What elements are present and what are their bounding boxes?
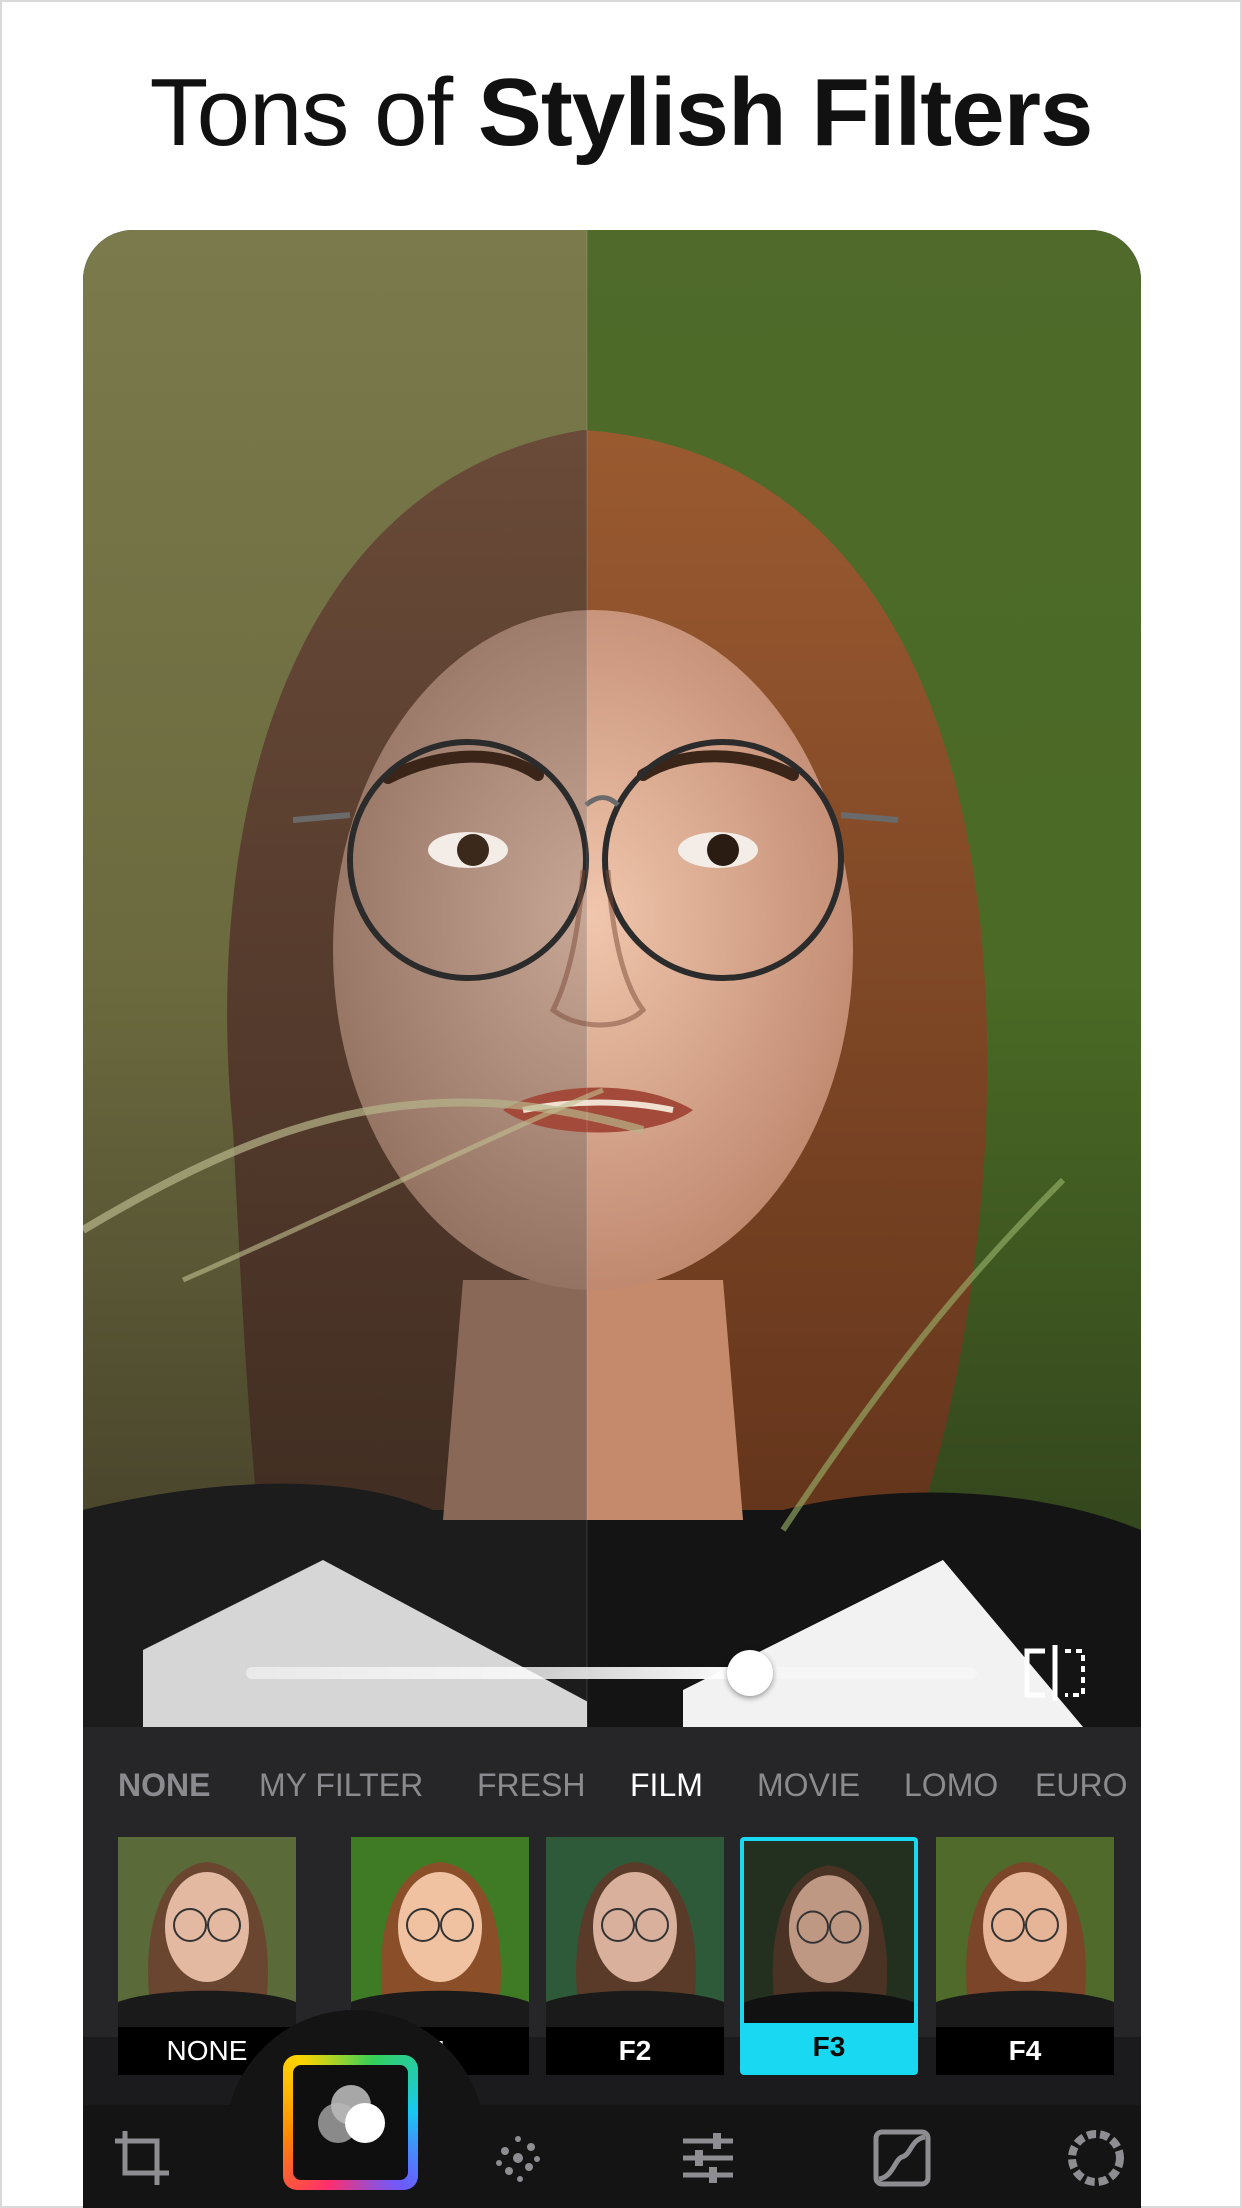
photo-preview[interactable] bbox=[83, 230, 1141, 1727]
category-fresh[interactable]: FRESH bbox=[477, 1767, 585, 1804]
headline-bold: Stylish Filters bbox=[477, 59, 1094, 166]
page-headline: Tons of Stylish Filters bbox=[0, 58, 1242, 168]
filter-thumb-label: F4 bbox=[936, 2027, 1114, 2075]
filter-thumb-none[interactable]: NONE bbox=[118, 1837, 296, 2075]
category-film[interactable]: FILM bbox=[630, 1767, 703, 1804]
curves-tool[interactable] bbox=[871, 2127, 933, 2189]
adjust-tool[interactable] bbox=[677, 2127, 739, 2189]
vignette-tool[interactable] bbox=[1065, 2127, 1127, 2189]
filter-icon bbox=[318, 2085, 385, 2143]
filter-thumb-f2[interactable]: F2 bbox=[546, 1837, 724, 2075]
category-my-filter[interactable]: MY FILTER bbox=[259, 1767, 423, 1804]
curves-icon bbox=[873, 2129, 931, 2187]
category-none[interactable]: NONE bbox=[118, 1767, 210, 1804]
phone-screen: NONE MY FILTER FRESH FILM MOVIE LOMO EUR… bbox=[83, 230, 1141, 2208]
intensity-slider-fill bbox=[246, 1667, 751, 1679]
intensity-slider-track[interactable] bbox=[246, 1667, 977, 1679]
filter-thumb-f3[interactable]: F3 bbox=[740, 1837, 918, 2075]
headline-light: Tons of bbox=[149, 59, 478, 166]
effects-icon bbox=[496, 2136, 540, 2182]
category-euro[interactable]: EURO bbox=[1035, 1767, 1127, 1804]
crop-tool[interactable] bbox=[111, 2127, 173, 2189]
portrait-image bbox=[83, 230, 1141, 1727]
compare-divider[interactable] bbox=[586, 230, 588, 1727]
filter-tool-button[interactable] bbox=[283, 2055, 418, 2190]
compare-icon[interactable] bbox=[1023, 1645, 1087, 1701]
crop-icon bbox=[115, 2131, 169, 2185]
filter-thumb-f4[interactable]: F4 bbox=[936, 1837, 1114, 2075]
filter-thumb-label: F2 bbox=[546, 2027, 724, 2075]
effects-tool[interactable] bbox=[487, 2127, 549, 2189]
category-lomo[interactable]: LOMO bbox=[904, 1767, 998, 1804]
vignette-icon bbox=[1068, 2130, 1124, 2186]
adjust-icon bbox=[683, 2133, 733, 2183]
filter-thumb-label: F3 bbox=[744, 2023, 914, 2071]
category-movie[interactable]: MOVIE bbox=[757, 1767, 860, 1804]
